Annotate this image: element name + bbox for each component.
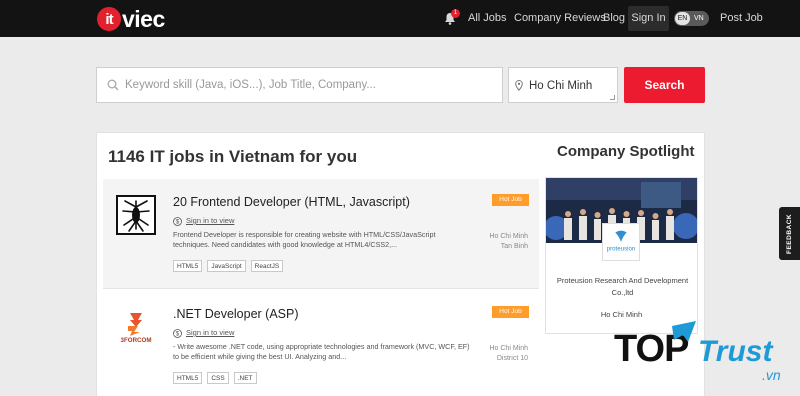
keyword-search-input[interactable]	[125, 68, 495, 102]
job-tags: HTML5 JavaScript ReactJS	[173, 260, 288, 272]
company-logo[interactable]: 3FORCOM	[116, 307, 156, 347]
job-city: Ho Chi Minh	[489, 345, 528, 352]
job-tag[interactable]: HTML5	[173, 260, 203, 272]
nav-company-reviews[interactable]: Company Reviews	[514, 11, 606, 25]
job-city: Ho Chi Minh	[489, 233, 528, 240]
search-icon	[107, 79, 119, 91]
job-location: Ho Chi Minh District 10	[489, 344, 528, 364]
hot-job-badge: Hot Job	[492, 194, 529, 206]
svg-text:Trust: Trust	[698, 335, 774, 368]
job-district: District 10	[496, 355, 528, 362]
job-tag[interactable]: HTML5	[173, 372, 203, 384]
salary-row: $ Sign in to view	[173, 328, 234, 338]
svg-text:3FORCOM: 3FORCOM	[121, 337, 152, 344]
lang-vn-option[interactable]: VN	[694, 12, 704, 25]
location-select-value: Ho Chi Minh	[529, 80, 593, 92]
job-card[interactable]: 3FORCOM .NET Developer (ASP) $ Sign in t…	[103, 291, 539, 396]
spotlight-company-name[interactable]: Proteusion Research And Development Co.,…	[552, 275, 693, 299]
language-toggle[interactable]: EN VN	[674, 11, 709, 26]
job-title-link[interactable]: 20 Frontend Developer (HTML, Javascript)	[173, 194, 410, 210]
job-tags: HTML5 CSS .NET	[173, 372, 262, 384]
sign-in-to-view-link[interactable]: Sign in to view	[186, 328, 234, 338]
location-select[interactable]: Ho Chi Minh	[508, 67, 618, 103]
svg-text:.vn: .vn	[762, 367, 781, 383]
itviec-logo[interactable]: it viec	[97, 6, 165, 32]
lang-en-option[interactable]: EN	[675, 12, 690, 25]
logo-it-mark: it	[97, 7, 121, 31]
job-description: - Write awesome .NET code, using appropr…	[173, 342, 470, 361]
dollar-icon: $	[173, 328, 182, 338]
company-spotlight-card[interactable]: proteusion Proteusion Research And Devel…	[545, 177, 698, 334]
salary-row: $ Sign in to view	[173, 216, 234, 226]
job-tag[interactable]: CSS	[207, 372, 229, 384]
job-card[interactable]: 20 Frontend Developer (HTML, Javascript)…	[103, 179, 539, 289]
job-tag[interactable]: .NET	[233, 372, 257, 384]
job-location: Ho Chi Minh Tan Binh	[489, 232, 528, 252]
nav-all-jobs[interactable]: All Jobs	[468, 11, 507, 25]
job-tag[interactable]: JavaScript	[207, 260, 246, 272]
location-pin-icon	[515, 80, 523, 91]
notification-badge: 1	[451, 9, 460, 18]
feedback-label: FEEDBACK	[786, 213, 793, 254]
search-button[interactable]: Search	[624, 67, 705, 103]
logo-wordmark: viec	[122, 6, 165, 32]
job-district: Tan Binh	[500, 243, 528, 250]
resize-grip-icon	[610, 95, 615, 100]
company-logo[interactable]	[116, 195, 156, 235]
dollar-icon: $	[173, 216, 182, 226]
results-heading: 1146 IT jobs in Vietnam for you	[108, 147, 358, 166]
nav-post-job[interactable]: Post Job	[720, 11, 763, 25]
toptrust-watermark: TOP Trust .vn	[614, 321, 781, 383]
job-description: Frontend Developer is responsible for cr…	[173, 230, 436, 249]
job-tag[interactable]: ReactJS	[250, 260, 284, 272]
top-navbar: it viec 1 All Jobs Company Reviews Blog …	[0, 0, 800, 37]
spotlight-company-logo[interactable]: proteusion	[602, 223, 640, 261]
job-title-link[interactable]: .NET Developer (ASP)	[173, 306, 299, 322]
hot-job-badge: Hot Job	[492, 306, 529, 318]
nav-blog[interactable]: Blog	[603, 11, 625, 25]
feedback-tab[interactable]: FEEDBACK	[779, 207, 800, 260]
sign-in-to-view-link[interactable]: Sign in to view	[186, 216, 234, 226]
sign-in-button[interactable]: Sign In	[628, 6, 669, 31]
svg-text:proteusion: proteusion	[607, 246, 636, 253]
keyword-search-box[interactable]	[96, 67, 503, 103]
spotlight-heading: Company Spotlight	[557, 143, 695, 160]
